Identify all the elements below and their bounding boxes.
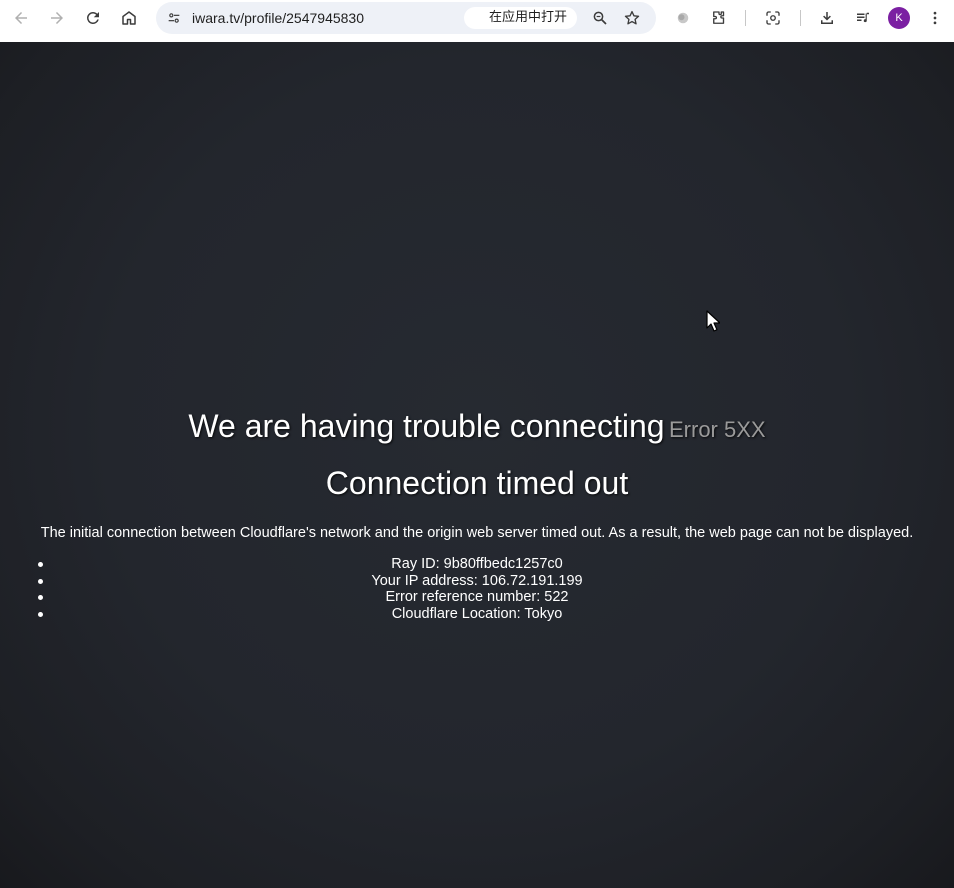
url-text[interactable]: iwara.tv/profile/2547945830 [192, 2, 364, 34]
error-details-list: Ray ID: 9b80ffbedc1257c0 Your IP address… [38, 556, 954, 623]
reload-icon [86, 11, 99, 24]
ray-id: Ray ID: 9b80ffbedc1257c0 [391, 556, 563, 572]
list-item: Your IP address: 106.72.191.199 [38, 573, 954, 590]
list-item: Ray ID: 9b80ffbedc1257c0 [38, 556, 954, 573]
list-item: Cloudflare Location: Tokyo [38, 606, 954, 623]
profile-avatar[interactable]: K [888, 7, 910, 29]
error-description: The initial connection between Cloudflar… [40, 525, 914, 541]
kebab-menu-icon [933, 11, 937, 25]
heading-text: We are having trouble connecting [188, 408, 665, 444]
forward-button[interactable] [43, 4, 71, 32]
browser-toolbar: iwara.tv/profile/2547945830 在应用中打开 K [0, 0, 954, 42]
extension-blob-icon [677, 12, 689, 24]
error-heading: We are having trouble connecting Error 5… [0, 408, 954, 445]
error-page: We are having trouble connecting Error 5… [0, 42, 954, 888]
site-info-icon[interactable] [162, 6, 186, 30]
screen-capture-button[interactable] [759, 4, 787, 32]
puzzle-icon [713, 11, 725, 24]
zoom-icon[interactable] [588, 6, 612, 30]
home-button[interactable] [115, 4, 143, 32]
arrow-right-icon [51, 12, 63, 24]
home-icon [122, 11, 136, 25]
reload-button[interactable] [79, 4, 107, 32]
address-bar[interactable]: iwara.tv/profile/2547945830 在应用中打开 [156, 2, 656, 34]
open-in-app-button[interactable]: 在应用中打开 [464, 7, 577, 29]
toolbar-divider [745, 10, 746, 26]
mouse-cursor-icon [706, 310, 720, 332]
cloudflare-location: Cloudflare Location: Tokyo [391, 606, 563, 623]
error-code: Error 5XX [669, 417, 766, 442]
media-controls-button[interactable] [849, 4, 877, 32]
download-icon [821, 12, 833, 24]
extension-blob-button[interactable] [669, 4, 697, 32]
arrow-left-icon [15, 12, 27, 24]
downloads-button[interactable] [813, 4, 841, 32]
back-button[interactable] [7, 4, 35, 32]
playlist-music-icon [857, 12, 869, 23]
lens-icon [766, 11, 780, 25]
ip-address: Your IP address: 106.72.191.199 [371, 572, 583, 589]
chrome-menu-button[interactable] [921, 4, 949, 32]
list-item: Error reference number: 522 [38, 589, 954, 606]
error-subheading: Connection timed out [325, 465, 629, 501]
bookmark-star-icon[interactable] [620, 6, 644, 30]
extensions-button[interactable] [705, 4, 733, 32]
error-reference: Error reference number: 522 [385, 589, 569, 606]
toolbar-divider [800, 10, 801, 26]
